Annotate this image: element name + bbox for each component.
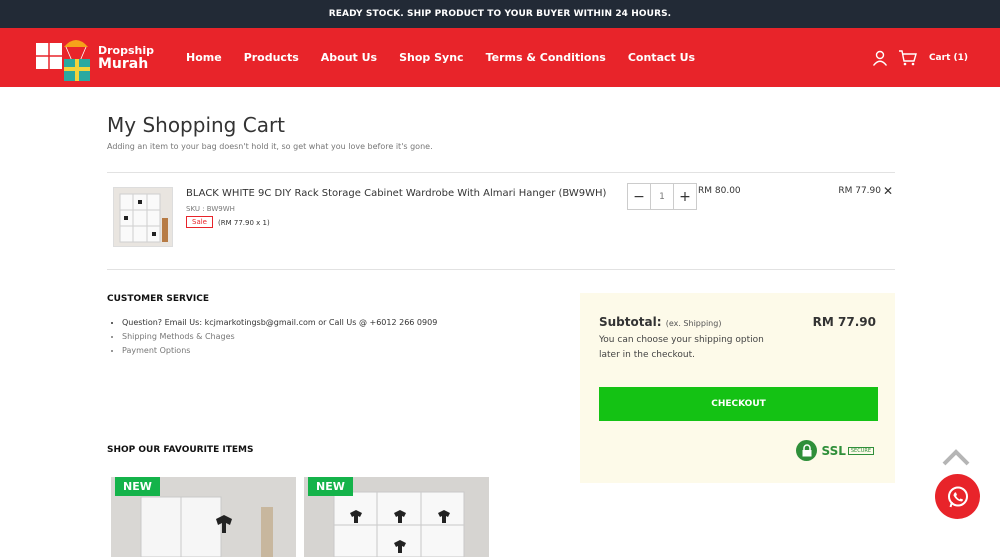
original-price: RM 80.00 [698, 186, 741, 196]
favourites-title: SHOP OUR FAVOURITE ITEMS [107, 445, 254, 455]
product-sku: SKU : BW9WH [186, 205, 235, 213]
qty-input[interactable]: 1 [650, 184, 674, 209]
nav-contact-us[interactable]: Contact Us [628, 51, 695, 64]
page-title: My Shopping Cart [107, 113, 286, 137]
new-badge: NEW [308, 477, 353, 496]
subtotal-label-text: Subtotal: [599, 315, 662, 329]
order-summary-panel: Subtotal: (ex. Shipping) RM 77.90 You ca… [580, 293, 895, 483]
favourite-product-card[interactable]: NEW [111, 477, 296, 557]
ssl-secure-text: SECURE [847, 446, 874, 455]
nav-about-us[interactable]: About Us [321, 51, 377, 64]
quantity-stepper: − 1 + [627, 183, 697, 210]
cart-page: My Shopping Cart Adding an item to your … [107, 87, 895, 557]
logo-line1: Dropship [98, 44, 155, 57]
site-logo[interactable]: Dropship Murah [34, 33, 159, 83]
cart-item-row: BLACK WHITE 9C DIY Rack Storage Cabinet … [107, 173, 895, 269]
main-navbar: Dropship Murah Home Products About Us Sh… [0, 28, 1000, 87]
logo-text: Dropship Murah [98, 45, 154, 71]
cart-link[interactable]: Cart (1) [929, 53, 968, 63]
line-total: RM 77.90 [838, 186, 881, 196]
page-subtitle: Adding an item to your bag doesn't hold … [107, 142, 433, 151]
ssl-secure-badge: SSL SECURE [796, 440, 874, 461]
unit-price: (RM 77.90 x 1) [218, 219, 270, 227]
remove-item-icon[interactable]: ✕ [883, 184, 893, 198]
nav-terms[interactable]: Terms & Conditions [486, 51, 606, 64]
announcement-bar: READY STOCK. SHIP PRODUCT TO YOUR BUYER … [0, 0, 1000, 28]
new-badge: NEW [115, 477, 160, 496]
cs-contact-item: Question? Email Us: kcjmarkotingsb@gmail… [122, 318, 437, 327]
divider [107, 269, 895, 270]
product-name[interactable]: BLACK WHITE 9C DIY Rack Storage Cabinet … [186, 188, 606, 199]
subtotal-value: RM 77.90 [812, 315, 876, 329]
qty-increase-button[interactable]: + [674, 184, 696, 209]
main-nav: Home Products About Us Shop Sync Terms &… [186, 28, 717, 87]
logo-line2: Murah [98, 56, 149, 72]
subtotal-label-note: (ex. Shipping) [665, 319, 722, 328]
header-actions: Cart (1) [862, 28, 968, 87]
cs-payment-link[interactable]: Payment Options [122, 346, 437, 355]
ssl-text: SSL [821, 443, 846, 458]
nav-home[interactable]: Home [186, 51, 222, 64]
nav-products[interactable]: Products [244, 51, 299, 64]
product-thumbnail[interactable] [113, 187, 173, 247]
shipping-note: You can choose your shipping option late… [599, 335, 764, 360]
customer-service-list: Question? Email Us: kcjmarkotingsb@gmail… [115, 318, 437, 360]
checkout-button[interactable]: CHECKOUT [599, 387, 878, 421]
subtotal-label: Subtotal: (ex. Shipping) [599, 315, 721, 329]
qty-decrease-button[interactable]: − [628, 184, 650, 209]
announcement-text: READY STOCK. SHIP PRODUCT TO YOUR BUYER … [328, 9, 672, 19]
logo-box-icon [34, 33, 100, 83]
sale-badge: Sale [186, 216, 213, 228]
nav-shop-sync[interactable]: Shop Sync [399, 51, 463, 64]
customer-service-title: CUSTOMER SERVICE [107, 294, 209, 304]
cs-shipping-link[interactable]: Shipping Methods & Chages [122, 332, 437, 341]
whatsapp-icon[interactable] [935, 474, 980, 519]
user-icon[interactable] [872, 50, 888, 66]
cart-icon[interactable] [898, 49, 917, 66]
favourite-product-card[interactable]: NEW [304, 477, 489, 557]
lock-icon [796, 440, 818, 461]
scroll-to-top-icon[interactable] [941, 448, 971, 470]
